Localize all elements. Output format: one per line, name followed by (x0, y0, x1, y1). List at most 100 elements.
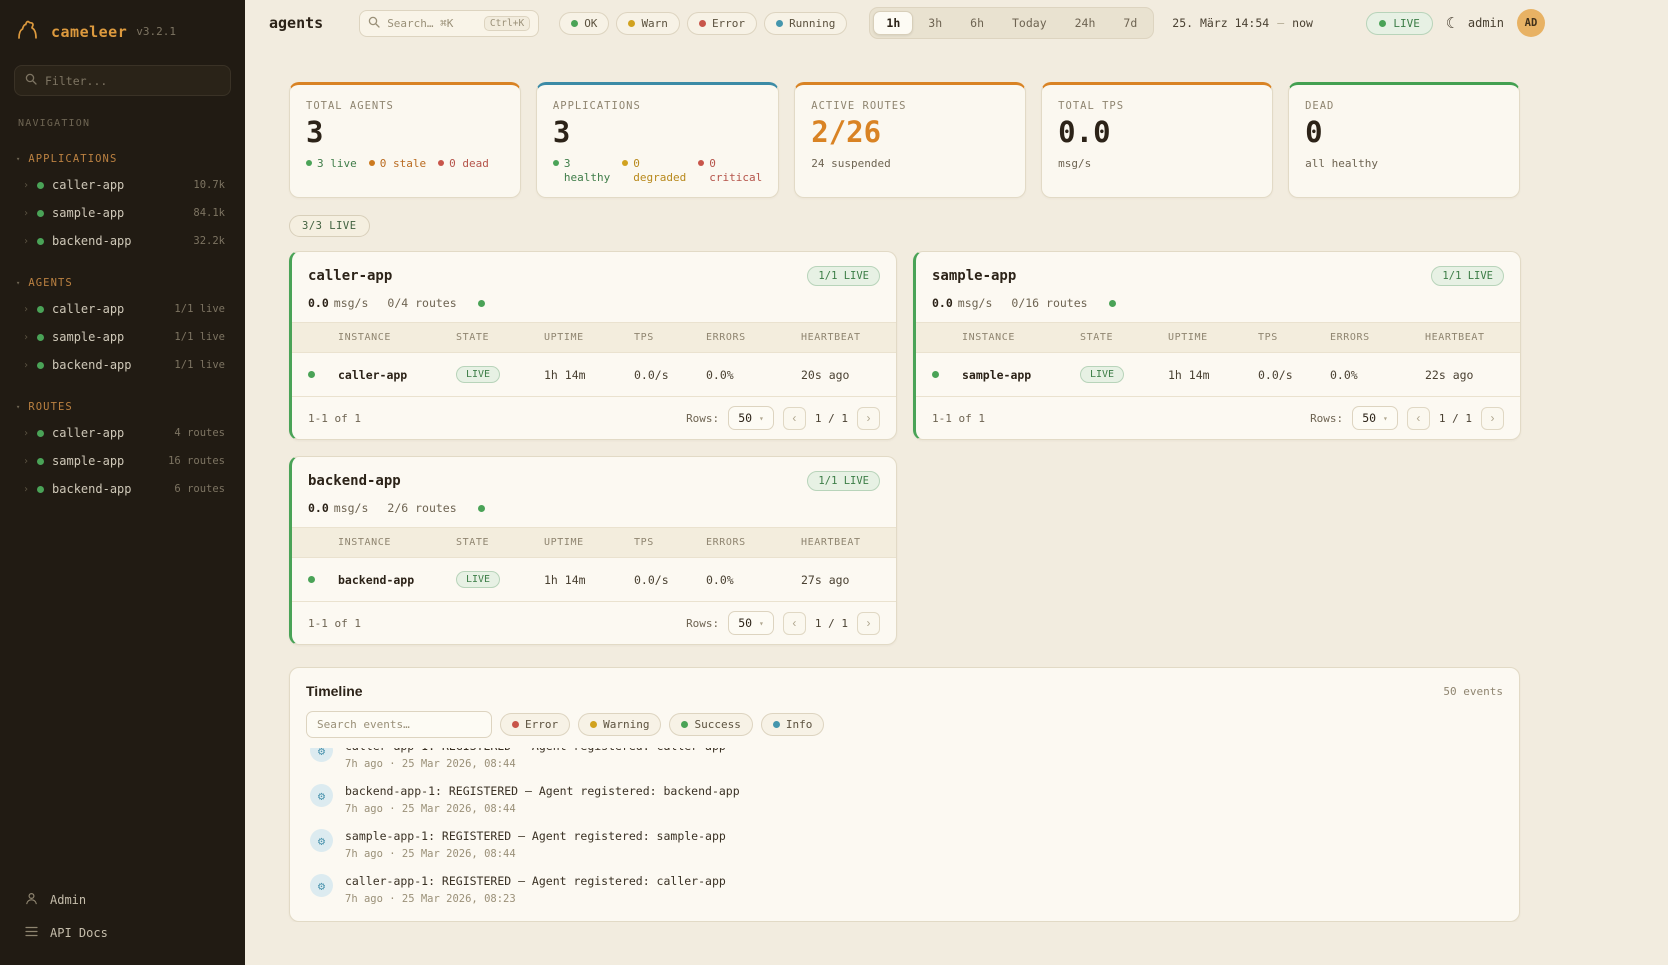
stale-dot (369, 160, 375, 166)
sidebar-item-agent-sample[interactable]: › sample-app 1/1 live (14, 323, 231, 351)
timeline-filter-success[interactable]: Success (669, 713, 752, 736)
sidebar-item-admin[interactable]: Admin (14, 885, 231, 915)
card-value: 3 (306, 118, 504, 147)
range-button-7d[interactable]: 7d (1110, 11, 1150, 35)
filter-pill-error[interactable]: Error (687, 12, 757, 35)
filter-pill-running[interactable]: Running (764, 12, 847, 35)
filter-pill-label: Error (712, 17, 745, 30)
rows-per-page-select[interactable]: 50 ▾ (728, 611, 774, 635)
row-range: 1-1 of 1 (308, 617, 361, 630)
range-button-today[interactable]: Today (999, 11, 1060, 35)
critical-dot (698, 160, 704, 166)
agent-tps: 0.0 (308, 296, 329, 310)
sidebar-item-routes-sample[interactable]: › sample-app 16 routes (14, 447, 231, 475)
table-header: INSTANCE STATE UPTIME TPS ERRORS HEARTBE… (916, 322, 1520, 353)
event-time: 7h ago · 25 Mar 2026, 08:44 (345, 848, 726, 860)
timeline-filter-error[interactable]: Error (500, 713, 570, 736)
brand-name: cameleer (51, 23, 127, 41)
timeline-event: ⚙ caller-app-1: REGISTERED — Agent regis… (306, 748, 1503, 777)
section-header-routes[interactable]: ▾ ROUTES (14, 395, 231, 419)
cell-heartbeat: 22s ago (1425, 368, 1504, 382)
app-version: v3.2.1 (136, 25, 176, 38)
event-time: 7h ago · 25 Mar 2026, 08:44 (345, 803, 740, 815)
section-header-agents[interactable]: ▾ AGENTS (14, 271, 231, 295)
range-button-6h[interactable]: 6h (957, 11, 997, 35)
card-stats: 3 live 0 stale 0 dead (306, 157, 504, 170)
prev-page-button[interactable]: ‹ (783, 612, 806, 635)
range-button-1h[interactable]: 1h (873, 11, 913, 35)
table-row[interactable]: caller-app LIVE 1h 14m 0.0/s 0.0% 20s ag… (292, 353, 896, 396)
topbar-right: LIVE ☾ admin AD (1366, 9, 1545, 37)
dark-mode-toggle-icon[interactable]: ☾ (1446, 14, 1455, 32)
page-indicator: 1 / 1 (815, 617, 848, 630)
avatar[interactable]: AD (1517, 9, 1545, 37)
timeline-event: ⚙ caller-app-1: REGISTERED — Agent regis… (306, 867, 1503, 912)
status-dot (37, 430, 44, 437)
sidebar-item-routes-caller[interactable]: › caller-app 4 routes (14, 419, 231, 447)
info-dot (773, 721, 780, 728)
stat-label: 3 live (317, 157, 357, 170)
section-header-applications[interactable]: ▾ APPLICATIONS (14, 147, 231, 171)
chevron-right-icon: › (23, 484, 29, 495)
card-total-tps: TOTAL TPS 0.0 msg/s (1041, 82, 1273, 198)
caret-down-icon: ▾ (759, 619, 764, 628)
sidebar-item-badge: 32.2k (193, 235, 225, 247)
table-row[interactable]: backend-app LIVE 1h 14m 0.0/s 0.0% 27s a… (292, 558, 896, 601)
agent-health-dot (478, 505, 485, 512)
rows-per-page-select[interactable]: 50 ▾ (728, 406, 774, 430)
prev-page-button[interactable]: ‹ (1407, 407, 1430, 430)
page-title: agents (269, 14, 323, 32)
sidebar-item-badge: 4 routes (174, 427, 225, 439)
sidebar-item-app-caller[interactable]: › caller-app 10.7k (14, 171, 231, 199)
sidebar-item-badge: 84.1k (193, 207, 225, 219)
next-page-button[interactable]: › (857, 612, 880, 635)
sidebar-item-app-backend[interactable]: › backend-app 32.2k (14, 227, 231, 255)
filter-pill-ok[interactable]: OK (559, 12, 609, 35)
rows-per-page-select[interactable]: 50 ▾ (1352, 406, 1398, 430)
section-title: ROUTES (28, 401, 73, 413)
next-page-button[interactable]: › (857, 407, 880, 430)
agent-live-badge: 1/1 LIVE (1431, 266, 1504, 286)
range-button-3h[interactable]: 3h (915, 11, 955, 35)
timeline-search-input[interactable] (306, 711, 492, 738)
sidebar-item-label: caller-app (52, 302, 124, 316)
stat-label: 0 critical (709, 157, 762, 186)
timeline-events-list[interactable]: ⚙ caller-app-1: REGISTERED — Agent regis… (306, 748, 1503, 916)
chevron-right-icon: › (23, 332, 29, 343)
col-heartbeat: HEARTBEAT (801, 332, 880, 343)
caret-down-icon: ▾ (16, 279, 21, 287)
filter-pill-label: Success (694, 718, 740, 731)
next-page-button[interactable]: › (1481, 407, 1504, 430)
col-heartbeat: HEARTBEAT (801, 537, 880, 548)
sidebar-item-agent-caller[interactable]: › caller-app 1/1 live (14, 295, 231, 323)
table-footer: 1-1 of 1 Rows: 50 ▾ ‹ 1 / 1 › (916, 396, 1520, 439)
range-button-24h[interactable]: 24h (1062, 11, 1109, 35)
sidebar-item-api-docs[interactable]: API Docs (14, 919, 231, 947)
warning-dot (590, 721, 597, 728)
sidebar-item-app-sample[interactable]: › sample-app 84.1k (14, 199, 231, 227)
filter-pill-warn[interactable]: Warn (616, 12, 680, 35)
prev-page-button[interactable]: ‹ (783, 407, 806, 430)
sidebar-item-agent-backend[interactable]: › backend-app 1/1 live (14, 351, 231, 379)
caret-down-icon: ▾ (16, 155, 21, 163)
global-search[interactable]: Ctrl+K (359, 10, 539, 37)
agent-health-dot (478, 300, 485, 307)
instance-status-dot (932, 371, 939, 378)
global-search-input[interactable] (387, 17, 477, 30)
sidebar-filter[interactable] (14, 65, 231, 96)
cell-errors: 0.0% (706, 368, 801, 382)
col-tps: TPS (1258, 332, 1330, 343)
timeline-title: Timeline (306, 683, 363, 699)
status-dot (37, 334, 44, 341)
timeline-filter-warning[interactable]: Warning (578, 713, 661, 736)
sidebar-filter-input[interactable] (45, 74, 220, 88)
timeline-event: ⚙ backend-app-1: REGISTERED — Agent regi… (306, 777, 1503, 822)
sidebar-item-routes-backend[interactable]: › backend-app 6 routes (14, 475, 231, 503)
stat-label: 3 healthy (564, 157, 610, 186)
timeline-filter-info[interactable]: Info (761, 713, 825, 736)
card-subtitle: msg/s (1058, 157, 1256, 170)
rows-value: 50 (1362, 411, 1376, 425)
date-range[interactable]: 25. März 14:54 — now (1172, 16, 1313, 30)
table-row[interactable]: sample-app LIVE 1h 14m 0.0/s 0.0% 22s ag… (916, 353, 1520, 396)
cell-tps: 0.0/s (634, 573, 706, 587)
